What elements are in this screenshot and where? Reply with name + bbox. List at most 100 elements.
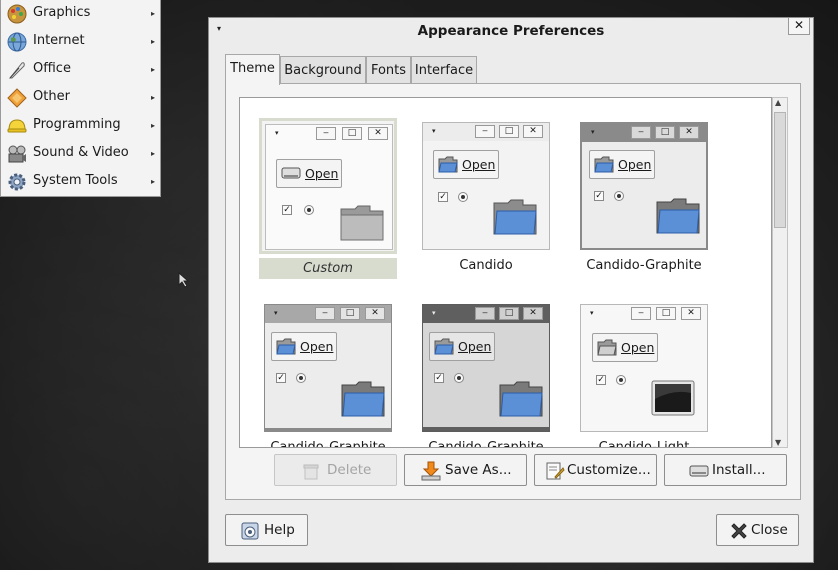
globe-icon — [7, 32, 27, 52]
preview-close-icon: ✕ — [679, 126, 699, 139]
submenu-arrow-icon: ▸ — [150, 93, 155, 102]
tab-fonts[interactable]: Fonts — [366, 56, 411, 84]
theme-name-label: Candido-Graphite — [586, 258, 702, 273]
film-camera-icon — [8, 145, 26, 163]
preview-open-label: Open — [618, 157, 652, 172]
preview-close-icon: ✕ — [523, 307, 543, 320]
preview-open-button: Open — [589, 150, 655, 179]
close-x-icon — [731, 523, 747, 539]
folder-icon — [656, 198, 700, 234]
applications-menu: Graphics ▸ Internet ▸ Office ▸ Other ▸ P… — [0, 0, 161, 197]
preview-minimize-icon: ‒ — [475, 125, 495, 138]
preview-checkbox: ✓ — [438, 192, 448, 202]
preview-open-label: Open — [462, 157, 496, 172]
preview-menu-arrow-icon: ▾ — [274, 309, 278, 317]
tab-background[interactable]: Background — [280, 56, 366, 84]
preview-menu-arrow-icon: ▾ — [590, 309, 594, 317]
theme-preview: ▾ ‒ □ ✕ Open ✓ — [264, 304, 392, 432]
scrollbar-thumb[interactable] — [774, 112, 786, 228]
preview-maximize-icon: □ — [340, 307, 360, 320]
preview-maximize-icon: □ — [656, 307, 676, 320]
tab-theme[interactable]: Theme — [225, 54, 280, 85]
scroll-up-arrow-icon[interactable]: ▲ — [775, 98, 781, 107]
folder-icon — [341, 381, 385, 417]
theme-preview: ▾ ‒ □ ✕ Open ✓ — [580, 122, 708, 250]
open-folder-icon — [434, 338, 454, 355]
scroll-down-arrow-icon[interactable]: ▼ — [775, 438, 781, 447]
open-folder-icon — [438, 156, 458, 173]
theme-preview: ▾ ‒ □ ✕ Open ✓ — [259, 118, 397, 254]
preview-open-button: Open — [276, 159, 342, 188]
delete-button[interactable]: Delete — [274, 454, 397, 486]
preview-checkbox: ✓ — [434, 373, 444, 383]
help-lifebuoy-icon — [241, 522, 259, 540]
preview-checkbox: ✓ — [282, 205, 292, 215]
customize-button[interactable]: Customize... — [534, 454, 657, 486]
preview-maximize-icon: □ — [499, 307, 519, 320]
preview-close-icon: ✕ — [365, 307, 385, 320]
theme-name-label: Candido — [459, 258, 513, 273]
folder-icon — [340, 205, 384, 241]
preview-close-icon: ✕ — [368, 127, 388, 140]
preview-radio — [616, 375, 626, 385]
menu-item-office[interactable]: Office ▸ — [1, 56, 161, 84]
menu-item-programming[interactable]: Programming ▸ — [1, 112, 161, 140]
menu-item-internet[interactable]: Internet ▸ — [1, 28, 161, 56]
dialog-title: Appearance Preferences — [417, 23, 605, 39]
preview-checkbox: ✓ — [276, 373, 286, 383]
preview-minimize-icon: ‒ — [475, 307, 495, 320]
theme-preview: ▾ ‒ □ ✕ Open ✓ — [422, 122, 550, 250]
preview-open-label: Open — [458, 339, 492, 354]
menu-item-other[interactable]: Other ▸ — [1, 84, 161, 112]
help-label: Help — [264, 522, 295, 538]
close-button[interactable]: Close — [716, 514, 799, 546]
save-as-label: Save As... — [445, 462, 512, 478]
save-as-button[interactable]: Save As... — [404, 454, 527, 486]
delete-label: Delete — [327, 462, 372, 478]
open-folder-icon — [594, 156, 614, 173]
menu-item-label: Office — [33, 61, 71, 76]
download-icon — [421, 461, 441, 481]
preview-open-label: Open — [621, 340, 655, 355]
window-close-button[interactable]: ✕ — [788, 18, 810, 35]
preview-radio — [304, 205, 314, 215]
preview-menu-arrow-icon: ▾ — [591, 128, 595, 136]
theme-name-label: Candido-Graphite — [270, 440, 386, 448]
help-button[interactable]: Help — [225, 514, 308, 546]
theme-list[interactable]: ▾ ‒ □ ✕ Open ✓ Custom ▾ ‒ □ ✕ Open ✓ Can… — [239, 97, 772, 448]
preview-menu-arrow-icon: ▾ — [275, 129, 279, 137]
preview-minimize-icon: ‒ — [631, 126, 651, 139]
menu-item-sound-video[interactable]: Sound & Video ▸ — [1, 140, 161, 168]
menu-item-label: Other — [33, 89, 70, 104]
preview-minimize-icon: ‒ — [316, 127, 336, 140]
preview-close-icon: ✕ — [681, 307, 701, 320]
menu-item-label: Programming — [33, 117, 121, 132]
menu-item-graphics[interactable]: Graphics ▸ — [1, 0, 161, 28]
theme-list-scrollbar[interactable]: ▲ ▼ — [772, 97, 788, 448]
submenu-arrow-icon: ▸ — [150, 121, 155, 130]
quill-pen-icon — [8, 62, 25, 79]
tab-interface[interactable]: Interface — [411, 56, 477, 84]
menu-item-system-tools[interactable]: System Tools ▸ — [1, 168, 161, 196]
preview-minimize-icon: ‒ — [315, 307, 335, 320]
document-edit-icon — [546, 462, 565, 480]
diamond-icon — [7, 88, 27, 108]
preview-close-icon: ✕ — [523, 125, 543, 138]
theme-name-label: Custom — [259, 258, 397, 279]
install-button[interactable]: Install... — [664, 454, 787, 486]
preview-radio — [614, 191, 624, 201]
theme-name-label: Candido-Light — [598, 440, 690, 448]
menu-item-label: System Tools — [33, 173, 118, 188]
preview-open-button: Open — [271, 332, 337, 361]
preview-minimize-icon: ‒ — [631, 307, 651, 320]
theme-tab-panel: ▾ ‒ □ ✕ Open ✓ Custom ▾ ‒ □ ✕ Open ✓ Can… — [225, 83, 801, 500]
customize-label: Customize... — [567, 462, 651, 478]
folder-icon — [493, 199, 537, 235]
drive-icon — [689, 465, 709, 477]
preview-open-label: Open — [305, 166, 339, 181]
theme-preview: ▾ ‒ □ ✕ Open ✓ — [580, 304, 708, 432]
install-label: Install... — [712, 462, 766, 478]
preview-checkbox: ✓ — [596, 375, 606, 385]
menu-item-label: Graphics — [33, 5, 91, 20]
preview-maximize-icon: □ — [655, 126, 675, 139]
